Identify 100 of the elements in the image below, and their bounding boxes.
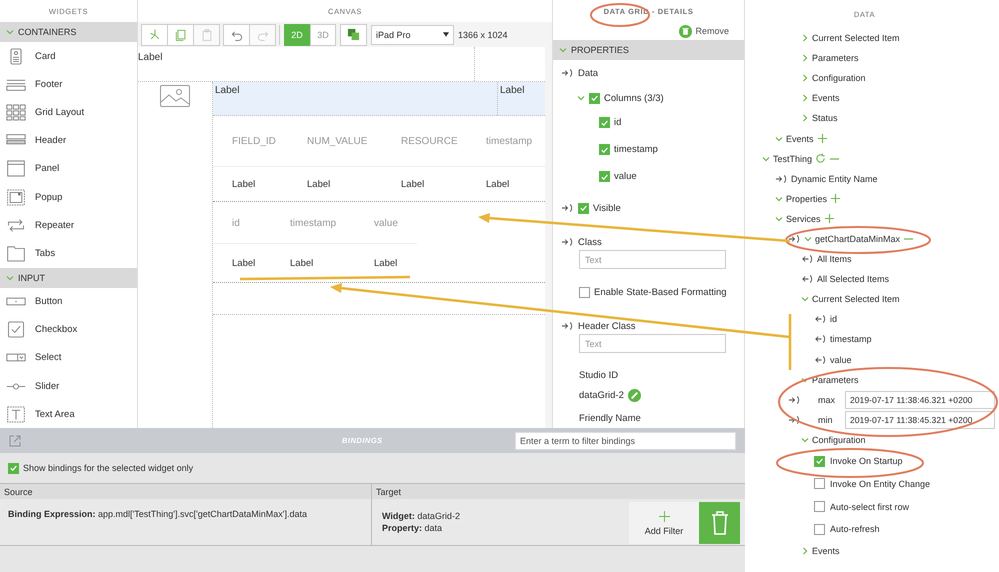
delete-button[interactable] bbox=[699, 502, 740, 544]
tree-item[interactable]: Events bbox=[812, 93, 840, 104]
tree-item[interactable]: timestamp bbox=[830, 334, 872, 344]
checkbox[interactable] bbox=[814, 456, 825, 467]
add-filter-button[interactable]: Add Filter bbox=[629, 502, 699, 544]
tree-item[interactable]: TestThing bbox=[773, 154, 812, 164]
popout-icon[interactable] bbox=[8, 434, 22, 448]
widget-item[interactable]: Popup bbox=[35, 192, 62, 203]
tree-item[interactable]: Invoke On Entity Change bbox=[830, 478, 930, 489]
chevron-down-icon[interactable] bbox=[801, 436, 809, 444]
tree-item[interactable]: Auto-refresh bbox=[830, 524, 880, 534]
chevron-down-icon[interactable] bbox=[775, 194, 783, 203]
tree-item[interactable]: Events bbox=[812, 546, 840, 556]
chevron-down-icon[interactable] bbox=[801, 376, 809, 384]
checkbox[interactable] bbox=[599, 144, 610, 155]
tree-item[interactable]: value bbox=[830, 354, 852, 365]
checkbox[interactable] bbox=[8, 462, 19, 474]
checkbox[interactable] bbox=[578, 202, 589, 214]
tree-item[interactable]: Parameters bbox=[812, 374, 859, 385]
tree-item[interactable]: All Selected Items bbox=[817, 274, 890, 284]
tree-item[interactable]: id bbox=[830, 314, 838, 324]
tree-item[interactable]: min bbox=[804, 414, 842, 425]
parameter-field[interactable]: 2019-07-17 11:38:45.321 +0200 bbox=[845, 410, 995, 429]
remove-icon[interactable] bbox=[903, 236, 914, 242]
checkbox[interactable] bbox=[589, 92, 600, 104]
chevron-down-icon[interactable] bbox=[559, 46, 567, 54]
section-header[interactable]: PROPERTIES bbox=[553, 40, 744, 60]
tree-item[interactable]: Services bbox=[786, 214, 821, 224]
widget-item[interactable]: Header bbox=[35, 135, 66, 146]
chevron-right-icon[interactable] bbox=[801, 94, 809, 102]
chevron-right-icon[interactable] bbox=[801, 74, 809, 82]
header-widget[interactable]: Label Label bbox=[213, 82, 545, 116]
tree-item[interactable]: max bbox=[804, 394, 842, 405]
widget-item[interactable]: Select bbox=[35, 352, 62, 364]
group-header[interactable]: CONTAINERS bbox=[0, 22, 137, 42]
image-icon[interactable] bbox=[160, 85, 190, 107]
tree-item[interactable]: Current Selected Item bbox=[812, 294, 900, 304]
checkbox[interactable] bbox=[599, 171, 610, 182]
chevron-down-icon[interactable] bbox=[775, 214, 783, 223]
remove-icon[interactable] bbox=[829, 156, 840, 162]
chevron-right-icon[interactable] bbox=[801, 34, 809, 42]
widget-item[interactable]: Slider bbox=[35, 380, 60, 392]
tree-item[interactable]: Invoke On Startup bbox=[830, 456, 903, 466]
filter-field[interactable]: Enter a term to filter bindings bbox=[515, 432, 736, 450]
text-field[interactable]: Text bbox=[579, 334, 726, 353]
tree-item[interactable]: Events bbox=[786, 134, 814, 144]
tree-item[interactable]: getChartDataMinMax bbox=[815, 234, 900, 244]
widget-item[interactable]: Tabs bbox=[35, 248, 56, 259]
widget-item[interactable]: Grid Layout bbox=[35, 106, 84, 118]
chevron-right-icon[interactable] bbox=[801, 54, 809, 62]
chevron-down-icon[interactable] bbox=[762, 154, 770, 163]
add-icon[interactable] bbox=[830, 193, 842, 204]
binding-in-icon bbox=[561, 68, 574, 78]
layers-button[interactable] bbox=[340, 24, 367, 46]
edit-icon[interactable] bbox=[628, 388, 641, 402]
checkbox[interactable] bbox=[814, 501, 825, 512]
tree-item[interactable]: Current Selected Item bbox=[812, 33, 900, 44]
label-widget[interactable]: Label bbox=[213, 82, 497, 115]
widget-item[interactable]: Footer bbox=[35, 78, 62, 90]
checkbox[interactable] bbox=[599, 117, 610, 128]
chevron-right-icon[interactable] bbox=[801, 546, 809, 555]
widget-item[interactable]: Button bbox=[35, 296, 62, 308]
binding-out-icon bbox=[801, 274, 814, 284]
tree-item[interactable]: Parameters bbox=[812, 53, 859, 64]
widget-item[interactable]: Card bbox=[35, 50, 56, 62]
checkbox[interactable] bbox=[579, 286, 590, 298]
tree-item[interactable]: All Items bbox=[817, 254, 852, 264]
toolbar-button[interactable] bbox=[223, 24, 250, 46]
group-header[interactable]: INPUT bbox=[0, 268, 137, 288]
panel-icon bbox=[6, 160, 26, 178]
chevron-down-icon[interactable] bbox=[804, 234, 812, 243]
chevron-right-icon[interactable] bbox=[801, 114, 809, 122]
checkbox[interactable] bbox=[814, 478, 825, 490]
add-icon[interactable] bbox=[816, 133, 828, 144]
tree-item[interactable]: Configuration bbox=[812, 73, 866, 84]
refresh-icon[interactable] bbox=[815, 153, 826, 164]
chevron-down-icon[interactable] bbox=[801, 295, 809, 304]
label-widget[interactable]: Label bbox=[138, 47, 474, 81]
tree-item[interactable]: Properties bbox=[786, 194, 828, 204]
parameter-field[interactable]: 2019-07-17 11:38:46.321 +0200 bbox=[845, 390, 995, 409]
chevron-down-icon[interactable] bbox=[775, 134, 783, 143]
chevron-down-icon[interactable] bbox=[6, 274, 14, 282]
label-widget[interactable]: Label bbox=[500, 85, 524, 96]
widget-item[interactable]: Panel bbox=[35, 163, 60, 174]
remove-button[interactable]: Remove bbox=[679, 22, 729, 40]
widget-item[interactable]: Repeater bbox=[35, 220, 74, 231]
chevron-down-icon[interactable] bbox=[577, 94, 585, 102]
toolbar-button[interactable] bbox=[167, 24, 194, 46]
tree-item[interactable]: Configuration bbox=[812, 434, 866, 445]
checkbox[interactable] bbox=[814, 524, 825, 535]
tree-item[interactable]: Auto-select first row bbox=[830, 502, 910, 512]
text-field[interactable]: Text bbox=[579, 250, 726, 269]
add-icon[interactable] bbox=[824, 213, 835, 224]
tree-item[interactable]: Dynamic Entity Name bbox=[791, 174, 878, 184]
device-select[interactable]: iPad Pro bbox=[371, 24, 454, 44]
widget-item[interactable]: Checkbox bbox=[35, 324, 78, 336]
widget-item[interactable]: Text Area bbox=[35, 408, 75, 420]
chevron-down-icon[interactable] bbox=[6, 28, 14, 36]
toolbar-button[interactable] bbox=[141, 24, 168, 46]
tree-item[interactable]: Status bbox=[812, 113, 838, 124]
